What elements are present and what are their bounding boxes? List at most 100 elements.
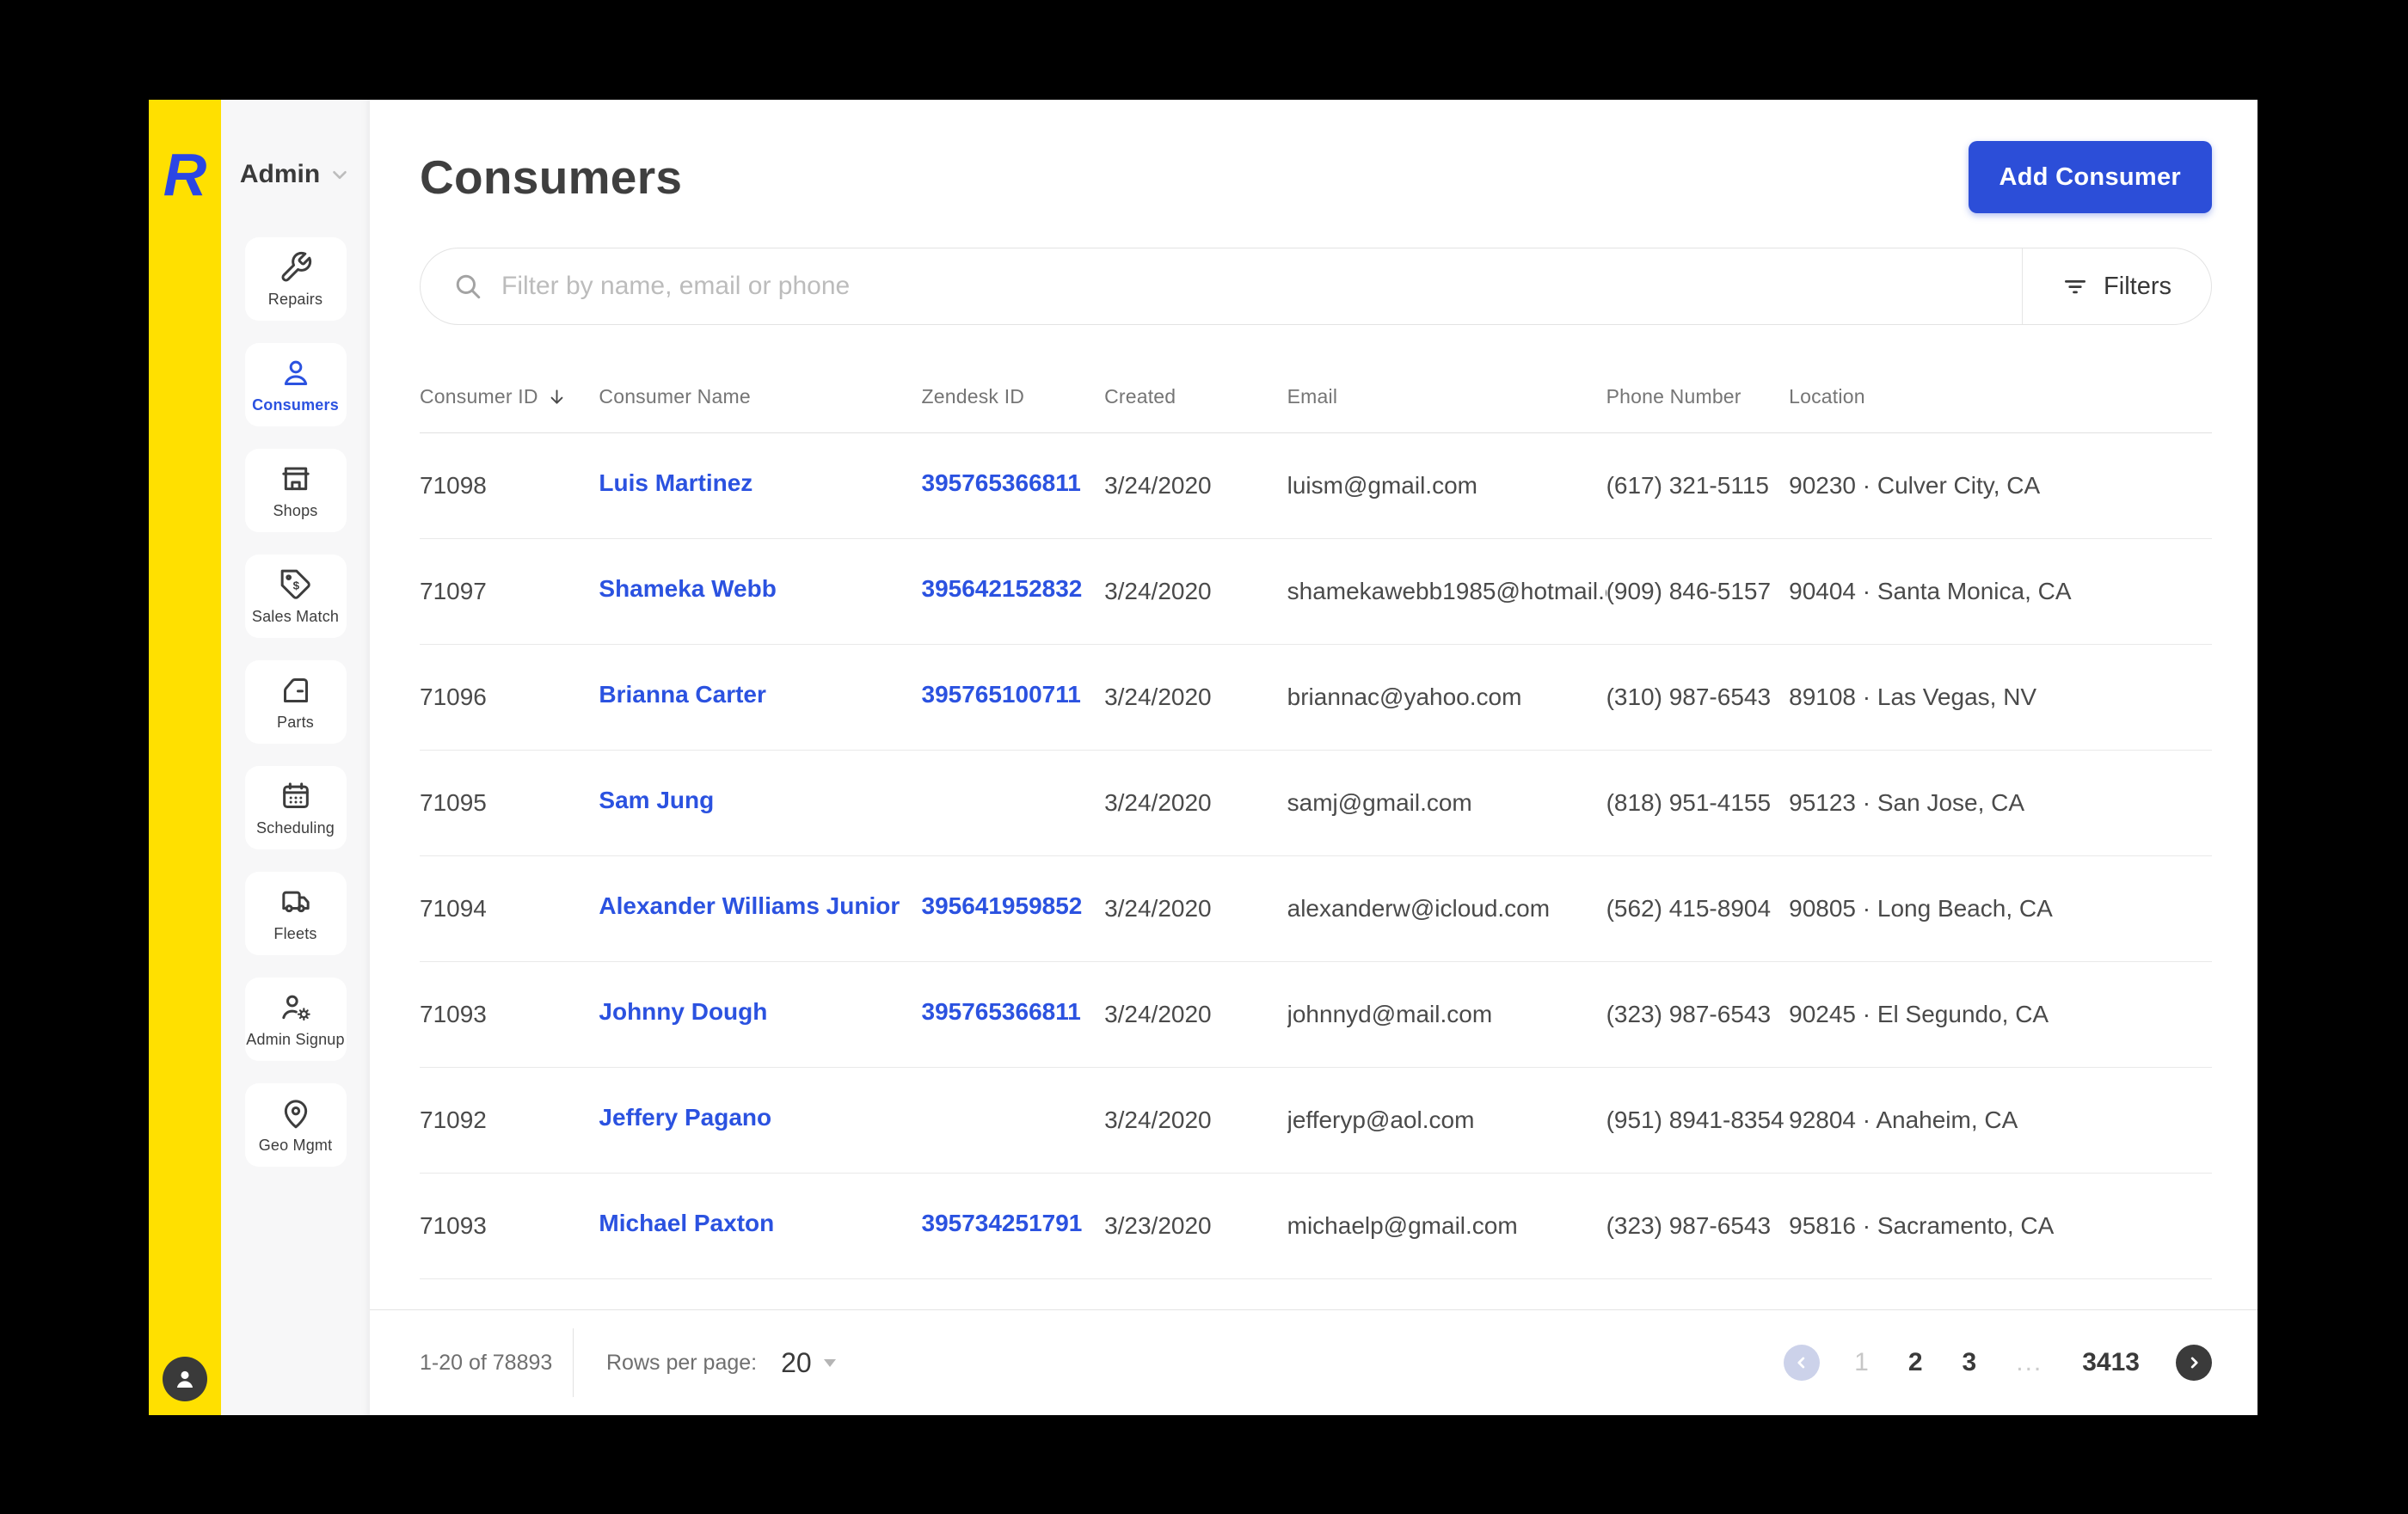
- cell-created: 3/23/2020: [1104, 1212, 1212, 1239]
- column-header-email: Email: [1287, 385, 1338, 408]
- consumer-name-link[interactable]: Michael Paxton: [599, 1210, 774, 1237]
- zendesk-id-link[interactable]: 395765366811: [922, 998, 1081, 1026]
- consumer-name-link[interactable]: Sam Jung: [599, 787, 714, 814]
- table-row: 71093 Michael Paxton 395734251791 3/23/2…: [420, 1174, 2212, 1279]
- cell-consumer-id: 71092: [420, 1106, 487, 1133]
- column-header-phone: Phone Number: [1606, 385, 1742, 408]
- sidebar-item-label: Fleets: [273, 924, 317, 942]
- calendar-icon: [282, 782, 309, 808]
- cell-location: 90805 · Long Beach, CA: [1789, 895, 2053, 922]
- sidebar-item-label: Geo Mgmt: [258, 1136, 333, 1154]
- app-window: R Admin Repairs Consumers Shops $ Sales …: [149, 100, 2258, 1415]
- cell-created: 3/24/2020: [1104, 895, 1212, 922]
- consumers-table: Consumer ID Consumer Name Zendesk ID Cre…: [420, 325, 2212, 1279]
- cell-consumer-id: 71097: [420, 578, 487, 604]
- chevron-left-icon: [1797, 1357, 1805, 1369]
- consumer-name-link[interactable]: Luis Martinez: [599, 469, 752, 497]
- cell-email: johnnyd@mail.com: [1287, 1001, 1493, 1027]
- page-number-2[interactable]: 2: [1908, 1348, 1923, 1377]
- filters-label: Filters: [2104, 272, 2172, 300]
- cell-consumer-id: 71093: [420, 1001, 487, 1027]
- sidebar-item-repairs[interactable]: Repairs: [244, 237, 347, 321]
- table-row: 71092 Jeffery Pagano 3/24/2020 jefferyp@…: [420, 1068, 2212, 1174]
- page-ellipsis: ...: [2016, 1348, 2043, 1376]
- chevron-right-icon: [2190, 1357, 2198, 1369]
- price-tag-icon: $: [280, 569, 310, 599]
- table-row: 71095 Sam Jung 3/24/2020 samj@gmail.com …: [420, 751, 2212, 856]
- rows-per-page-value: 20: [781, 1346, 812, 1378]
- column-header-consumer-name: Consumer Name: [599, 385, 751, 408]
- cell-consumer-id: 71094: [420, 895, 487, 922]
- map-pin-icon: [284, 1099, 307, 1128]
- consumer-name-link[interactable]: Jeffery Pagano: [599, 1104, 771, 1131]
- chevron-down-icon: [333, 170, 347, 180]
- brand-rail: R: [149, 100, 221, 1415]
- cell-phone: (562) 415-8904: [1606, 895, 1772, 922]
- user-avatar[interactable]: [163, 1357, 207, 1401]
- zendesk-id-link[interactable]: 395642152832: [922, 575, 1083, 603]
- consumer-name-link[interactable]: Alexander Williams Junior Seni...: [599, 892, 904, 920]
- cell-created: 3/24/2020: [1104, 578, 1212, 604]
- user-gear-icon: [281, 995, 310, 1021]
- cell-consumer-id: 71093: [420, 1212, 487, 1239]
- rows-per-page-label: Rows per page:: [606, 1350, 758, 1375]
- cell-phone: (323) 987-6543: [1606, 1001, 1772, 1027]
- column-header-location: Location: [1789, 385, 1865, 408]
- cell-email: michaelp@gmail.com: [1287, 1212, 1518, 1239]
- pagination: 1 2 3 ... 3413: [1784, 1345, 2212, 1381]
- filter-input[interactable]: [500, 271, 2023, 302]
- account-label: Admin: [239, 160, 321, 188]
- cell-location: 95816 · Sacramento, CA: [1789, 1212, 2055, 1239]
- cell-location: 95123 · San Jose, CA: [1789, 789, 2025, 816]
- column-header-zendesk-id: Zendesk ID: [921, 385, 1025, 408]
- person-icon: [176, 1370, 194, 1388]
- cell-email: shamekawebb1985@hotmail.c...: [1287, 578, 1606, 604]
- cell-email: briannac@yahoo.com: [1287, 683, 1522, 710]
- sidebar-item-label: Sales Match: [251, 607, 340, 625]
- cell-created: 3/24/2020: [1104, 789, 1212, 816]
- person-icon: [284, 360, 307, 385]
- page-number-1: 1: [1854, 1348, 1869, 1376]
- cell-location: 92804 · Anaheim, CA: [1789, 1106, 2018, 1133]
- sidebar: Admin Repairs Consumers Shops $ Sales Ma…: [221, 100, 370, 1415]
- next-page-button[interactable]: [2176, 1345, 2212, 1381]
- sidebar-item-label: Parts: [276, 713, 314, 731]
- page-number-3[interactable]: 3: [1963, 1348, 1977, 1377]
- cell-phone: (323) 987-6543: [1606, 1212, 1772, 1239]
- table-footer: 1-20 of 78893 Rows per page: 20 1 2 3 ..…: [370, 1309, 2258, 1415]
- filter-bar: Filters: [420, 248, 2212, 325]
- cell-location: 90230 · Culver City, CA: [1789, 472, 2041, 499]
- filter-icon: [2065, 280, 2086, 294]
- zendesk-id-link[interactable]: 395641959852: [922, 892, 1083, 920]
- sidebar-item-shops[interactable]: Shops: [244, 449, 347, 532]
- account-menu[interactable]: Admin: [221, 100, 370, 189]
- wrench-icon: [281, 251, 311, 281]
- brand-logo: R: [163, 141, 207, 208]
- cell-location: 90404 · Santa Monica, CA: [1789, 578, 2072, 604]
- zendesk-id-link[interactable]: 395734251791: [922, 1210, 1083, 1237]
- rows-per-page-select[interactable]: Rows per page: 20: [606, 1347, 836, 1379]
- consumer-name-link[interactable]: Shameka Webb: [599, 575, 776, 603]
- truck-icon: [281, 891, 310, 912]
- zendesk-id-link[interactable]: 395765366811: [922, 469, 1081, 497]
- sidebar-item-parts[interactable]: Parts: [244, 660, 347, 744]
- sidebar-item-consumers[interactable]: Consumers: [244, 343, 347, 426]
- sidebar-item-fleets[interactable]: Fleets: [244, 872, 347, 955]
- consumer-name-link[interactable]: Johnny Dough: [599, 998, 767, 1026]
- zendesk-id-link[interactable]: 395765100711: [922, 681, 1081, 708]
- column-header-consumer-id[interactable]: Consumer ID: [420, 385, 599, 408]
- sidebar-item-scheduling[interactable]: Scheduling: [244, 766, 347, 849]
- sidebar-item-geo-mgmt[interactable]: Geo Mgmt: [244, 1083, 347, 1167]
- page-number-last[interactable]: 3413: [2082, 1348, 2140, 1377]
- filters-button[interactable]: Filters: [2022, 248, 2211, 324]
- sidebar-item-sales-match[interactable]: $ Sales Match: [244, 555, 347, 638]
- cell-email: jefferyp@aol.com: [1287, 1106, 1475, 1133]
- add-consumer-button[interactable]: Add Consumer: [1968, 141, 2212, 213]
- sidebar-nav: Repairs Consumers Shops $ Sales Match Pa…: [221, 237, 370, 1167]
- consumer-name-link[interactable]: Brianna Carter: [599, 681, 766, 708]
- sidebar-item-admin-signup[interactable]: Admin Signup: [244, 978, 347, 1061]
- storefront-icon: [281, 467, 310, 490]
- table-row: 71096 Brianna Carter 395765100711 3/24/2…: [420, 645, 2212, 751]
- cell-created: 3/24/2020: [1104, 1106, 1212, 1133]
- cell-phone: (617) 321-5115: [1606, 472, 1769, 499]
